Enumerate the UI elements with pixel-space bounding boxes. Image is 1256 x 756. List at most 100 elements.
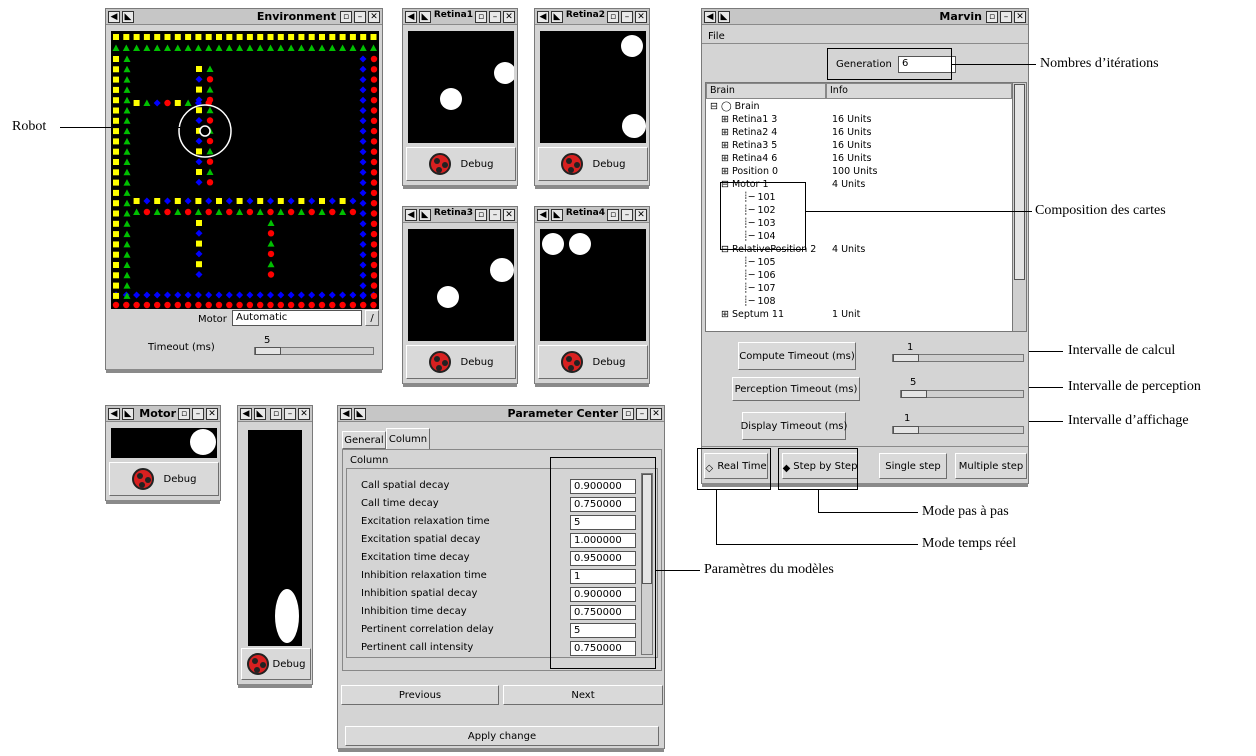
tree-expander-icon[interactable]: ⊞ xyxy=(721,114,732,125)
minimize-icon[interactable]: – xyxy=(621,209,633,221)
tree-expander-icon[interactable]: ┊─ xyxy=(743,283,757,294)
tree-item[interactable]: ┊─ 107 xyxy=(743,283,776,294)
minimize-icon[interactable]: – xyxy=(489,11,501,23)
restore-icon[interactable]: ▫ xyxy=(986,11,998,23)
tree-item[interactable]: ⊞ Position 0 xyxy=(721,166,778,177)
retina2-titlebar[interactable]: ◀ ◣ Retina2 ▫ – ✕ xyxy=(535,9,649,25)
retina1-debug-button[interactable]: Debug xyxy=(406,147,516,181)
restore-icon[interactable]: ▫ xyxy=(340,11,352,23)
retina4-debug-button[interactable]: Debug xyxy=(538,345,648,379)
minimize-icon[interactable]: – xyxy=(1000,11,1012,23)
motor-titlebar[interactable]: ◀ ◣ Motor ▫ – ✕ xyxy=(106,406,220,422)
tree-expander-icon[interactable]: ┊─ xyxy=(743,270,757,281)
position-debug-button[interactable]: Debug xyxy=(241,648,311,680)
brain-icon[interactable]: ⊟ ◯ xyxy=(710,101,735,112)
timeout-slider-thumb[interactable] xyxy=(255,347,281,355)
info-column-header[interactable]: Info xyxy=(826,83,1012,99)
timeout-slider[interactable] xyxy=(254,347,374,355)
minimize-icon[interactable]: – xyxy=(621,11,633,23)
display-timeout-button[interactable]: Display Timeout (ms) xyxy=(741,412,847,440)
close-icon[interactable]: ✕ xyxy=(368,11,380,23)
single-step-button[interactable]: Single step xyxy=(879,453,947,479)
motor-debug-button[interactable]: Debug xyxy=(109,462,219,496)
restore-icon[interactable]: ▫ xyxy=(622,408,634,420)
close-icon[interactable]: ✕ xyxy=(650,408,662,420)
corner-icon[interactable]: ◣ xyxy=(354,408,366,420)
corner-icon[interactable]: ◣ xyxy=(419,11,431,23)
tree-item[interactable]: ⊞ Retina2 4 xyxy=(721,127,777,138)
tree-scrollbar[interactable] xyxy=(1012,83,1026,331)
close-icon[interactable]: ✕ xyxy=(635,11,647,23)
tree-item[interactable]: ⊞ Retina1 3 xyxy=(721,114,777,125)
tree-expander-icon[interactable]: ⊞ xyxy=(721,166,732,177)
tree-scroll-thumb[interactable] xyxy=(1014,84,1025,280)
minimize-icon[interactable]: – xyxy=(192,408,204,420)
tree-expander-icon[interactable]: ┊─ xyxy=(743,257,757,268)
retina3-debug-button[interactable]: Debug xyxy=(406,345,516,379)
close-icon[interactable]: ✕ xyxy=(206,408,218,420)
environment-titlebar[interactable]: ◀ ◣ Environment ▫ – ✕ xyxy=(106,9,382,25)
parameter-center-titlebar[interactable]: ◀ ◣ Parameter Center ▫ – ✕ xyxy=(338,406,664,422)
compute-slider-thumb[interactable] xyxy=(893,354,919,362)
perception-timeout-button[interactable]: Perception Timeout (ms) xyxy=(732,377,860,401)
tree-item[interactable]: ┊─ 106 xyxy=(743,270,776,281)
retina2-debug-button[interactable]: Debug xyxy=(538,147,648,181)
retina3-titlebar[interactable]: ◀ ◣ Retina3 ▫ – ✕ xyxy=(403,207,517,223)
restore-icon[interactable]: ▫ xyxy=(178,408,190,420)
tree-expander-icon[interactable]: ⊞ xyxy=(721,140,732,151)
apply-change-button[interactable]: Apply change xyxy=(345,726,659,746)
display-timeout-slider[interactable] xyxy=(892,426,1024,434)
left-arrow-icon[interactable]: ◀ xyxy=(704,11,716,23)
left-arrow-icon[interactable]: ◀ xyxy=(108,408,120,420)
motor-select-button[interactable]: / xyxy=(365,310,379,326)
corner-icon[interactable]: ◣ xyxy=(254,408,266,420)
tree-expander-icon[interactable]: ⊞ xyxy=(721,153,732,164)
corner-icon[interactable]: ◣ xyxy=(122,408,134,420)
motor-select[interactable]: Automatic xyxy=(232,310,362,326)
marvin-titlebar[interactable]: ◀ ◣ Marvin ▫ – ✕ xyxy=(702,9,1028,25)
file-menu[interactable]: File xyxy=(708,31,725,42)
minimize-icon[interactable]: – xyxy=(284,408,296,420)
next-button[interactable]: Next xyxy=(503,685,663,705)
retina1-titlebar[interactable]: ◀ ◣ Retina1 ▫ – ✕ xyxy=(403,9,517,25)
corner-icon[interactable]: ◣ xyxy=(551,209,563,221)
left-arrow-icon[interactable]: ◀ xyxy=(240,408,252,420)
tree-item[interactable]: ⊟ ◯ Brain xyxy=(710,101,760,112)
retina4-titlebar[interactable]: ◀ ◣ Retina4 ▫ – ✕ xyxy=(535,207,649,223)
close-icon[interactable]: ✕ xyxy=(503,209,515,221)
corner-icon[interactable]: ◣ xyxy=(551,11,563,23)
close-icon[interactable]: ✕ xyxy=(298,408,310,420)
brain-column-header[interactable]: Brain xyxy=(706,83,826,99)
restore-icon[interactable]: ▫ xyxy=(607,11,619,23)
left-arrow-icon[interactable]: ◀ xyxy=(340,408,352,420)
tree-item[interactable]: ⊞ Retina4 6 xyxy=(721,153,777,164)
close-icon[interactable]: ✕ xyxy=(635,209,647,221)
tab-general[interactable]: General xyxy=(342,431,386,449)
restore-icon[interactable]: ▫ xyxy=(607,209,619,221)
tree-item[interactable]: ⊞ Retina3 5 xyxy=(721,140,777,151)
compute-timeout-button[interactable]: Compute Timeout (ms) xyxy=(738,342,856,370)
corner-icon[interactable]: ◣ xyxy=(419,209,431,221)
minimize-icon[interactable]: – xyxy=(354,11,366,23)
restore-icon[interactable]: ▫ xyxy=(475,11,487,23)
close-icon[interactable]: ✕ xyxy=(503,11,515,23)
tree-item[interactable]: ⊞ Septum 11 xyxy=(721,309,784,320)
compute-timeout-slider[interactable] xyxy=(892,354,1024,362)
display-slider-thumb[interactable] xyxy=(893,426,919,434)
position-titlebar[interactable]: ◀ ◣ ▫ – ✕ xyxy=(238,406,312,422)
corner-icon[interactable]: ◣ xyxy=(718,11,730,23)
perception-timeout-slider[interactable] xyxy=(900,390,1024,398)
multiple-step-button[interactable]: Multiple step xyxy=(955,453,1027,479)
tree-item[interactable]: ┊─ 108 xyxy=(743,296,776,307)
tab-column[interactable]: Column xyxy=(386,428,430,450)
corner-icon[interactable]: ◣ xyxy=(122,11,134,23)
minimize-icon[interactable]: – xyxy=(636,408,648,420)
close-icon[interactable]: ✕ xyxy=(1014,11,1026,23)
tree-expander-icon[interactable]: ⊞ xyxy=(721,309,732,320)
minimize-icon[interactable]: – xyxy=(489,209,501,221)
left-arrow-icon[interactable]: ◀ xyxy=(405,11,417,23)
previous-button[interactable]: Previous xyxy=(341,685,499,705)
left-arrow-icon[interactable]: ◀ xyxy=(108,11,120,23)
tree-expander-icon[interactable]: ┊─ xyxy=(743,296,757,307)
left-arrow-icon[interactable]: ◀ xyxy=(537,209,549,221)
